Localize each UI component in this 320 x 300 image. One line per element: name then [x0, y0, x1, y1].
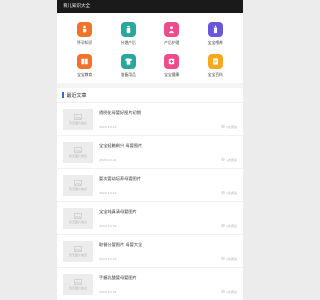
article-views: 1次阅读 — [221, 125, 237, 129]
image-placeholder-icon — [74, 278, 82, 285]
book-icon — [77, 54, 93, 69]
thumbnail-placeholder-label: 暂无图片信息 — [68, 285, 87, 290]
thumbnail-placeholder-label: 暂无图片信息 — [68, 186, 87, 191]
article-row[interactable]: 暂无图片信息 透明化母婴好图片初期 2020-10-10 1次阅读 — [57, 103, 243, 136]
article-thumbnail: 暂无图片信息 — [63, 240, 93, 262]
category-health[interactable]: 宝宝健康 — [150, 54, 194, 78]
category-label: 宝宝喂养 — [207, 40, 223, 45]
article-row[interactable]: 暂无图片信息 宝宝轻触刷兴 母婴图片 2020-10-10 1次阅读 — [57, 136, 243, 169]
category-education[interactable]: 宝宝教育 — [63, 54, 107, 78]
app-title: 育儿知识大全 — [63, 4, 90, 9]
category-birth[interactable]: 分娩产后 — [107, 22, 151, 46]
article-view-count: 1次阅读 — [226, 289, 237, 294]
eye-icon — [221, 290, 226, 293]
section-accent-bar — [62, 92, 64, 98]
category-label: 准备用品 — [120, 72, 136, 77]
article-thumbnail: 暂无图片信息 — [63, 207, 93, 229]
recent-articles-section: 最近文章 暂无图片信息 透明化母婴好图片初期 2020-10-10 1次阅读 暂… — [57, 88, 243, 300]
care-icon — [164, 22, 180, 37]
article-date: 2020-10-10 — [99, 190, 117, 195]
image-placeholder-icon — [74, 146, 82, 153]
article-date: 2020-10-10 — [99, 157, 117, 162]
eye-icon — [221, 125, 226, 128]
category-label: 宝宝健康 — [164, 72, 180, 77]
category-label: 怀孕知识 — [77, 40, 93, 45]
article-row[interactable]: 暂无图片信息 宝宝纯真清母婴图片 2020-10-10 1次阅读 — [57, 202, 243, 235]
article-view-count: 1次阅读 — [226, 256, 237, 261]
top-bar: 育儿知识大全 — [57, 0, 243, 13]
article-views: 1次阅读 — [221, 191, 237, 195]
section-header: 最近文章 — [57, 88, 243, 103]
category-label: 宝宝百科 — [207, 72, 223, 77]
category-label: 宝宝教育 — [77, 72, 93, 77]
eye-icon — [221, 224, 226, 227]
baby-bottle-icon — [120, 22, 136, 37]
article-title[interactable]: 透明化母婴好图片初期 — [99, 109, 237, 116]
thumbnail-placeholder-label: 暂无图片信息 — [68, 153, 87, 158]
eye-icon — [221, 257, 226, 260]
article-row[interactable]: 暂无图片信息 取餐分婴图片 母婴大全 2020-10-10 1次阅读 — [57, 235, 243, 268]
article-date: 2020-10-10 — [99, 289, 117, 294]
image-placeholder-icon — [74, 212, 82, 219]
article-title[interactable]: 手握乳酸婴母婴图片 — [99, 274, 237, 281]
article-thumbnail: 暂无图片信息 — [63, 108, 93, 130]
article-views: 1次阅读 — [221, 290, 237, 294]
article-view-count: 1次阅读 — [226, 223, 237, 228]
eye-icon — [221, 191, 226, 194]
bottle-icon — [207, 22, 223, 37]
article-view-count: 1次阅读 — [226, 157, 237, 162]
category-label: 产后护理 — [164, 40, 180, 45]
image-placeholder-icon — [74, 113, 82, 120]
article-thumbnail: 暂无图片信息 — [63, 141, 93, 163]
article-date: 2020-10-10 — [99, 223, 117, 228]
article-views: 1次阅读 — [221, 224, 237, 228]
category-encyclopedia[interactable]: 宝宝百科 — [194, 54, 238, 78]
article-view-count: 1次阅读 — [226, 190, 237, 195]
image-placeholder-icon — [74, 245, 82, 252]
thumbnail-placeholder-label: 暂无图片信息 — [68, 219, 87, 224]
encyclopedia-icon — [207, 54, 223, 69]
section-title: 最近文章 — [66, 92, 87, 99]
category-supplies[interactable]: 准备用品 — [107, 54, 151, 78]
article-view-count: 1次阅读 — [226, 124, 237, 129]
thumbnail-placeholder-label: 暂无图片信息 — [68, 252, 87, 257]
article-views: 1次阅读 — [221, 158, 237, 162]
image-placeholder-icon — [74, 179, 82, 186]
category-grid: 怀孕知识 分娩产后 产后护理 宝宝喂养 宝宝教育 准备用品 宝宝健康 宝宝百科 — [57, 13, 243, 83]
category-feeding[interactable]: 宝宝喂养 — [194, 22, 238, 46]
shirt-icon — [120, 54, 136, 69]
thumbnail-placeholder-label: 暂无图片信息 — [68, 120, 87, 125]
article-row[interactable]: 暂无图片信息 手握乳酸婴母婴图片 2020-10-10 1次阅读 — [57, 268, 243, 300]
pregnant-icon — [77, 22, 93, 37]
article-date: 2020-10-10 — [99, 124, 117, 129]
article-thumbnail: 暂无图片信息 — [63, 273, 93, 295]
eye-icon — [221, 158, 226, 161]
article-title[interactable]: 宝宝轻触刷兴 母婴图片 — [99, 142, 237, 149]
app-screen: 育儿知识大全 怀孕知识 分娩产后 产后护理 宝宝喂养 宝宝教育 准备用品 宝宝健… — [57, 0, 243, 300]
article-title[interactable]: 婴次婴幼培养母婴图片 — [99, 175, 237, 182]
category-label: 分娩产后 — [120, 40, 136, 45]
health-icon — [164, 54, 180, 69]
article-date: 2020-10-10 — [99, 256, 117, 261]
article-views: 1次阅读 — [221, 257, 237, 261]
article-row[interactable]: 暂无图片信息 婴次婴幼培养母婴图片 2020-10-10 1次阅读 — [57, 169, 243, 202]
article-title[interactable]: 宝宝纯真清母婴图片 — [99, 208, 237, 215]
category-pregnancy[interactable]: 怀孕知识 — [63, 22, 107, 46]
article-thumbnail: 暂无图片信息 — [63, 174, 93, 196]
article-title[interactable]: 取餐分婴图片 母婴大全 — [99, 241, 237, 248]
category-postpartum[interactable]: 产后护理 — [150, 22, 194, 46]
